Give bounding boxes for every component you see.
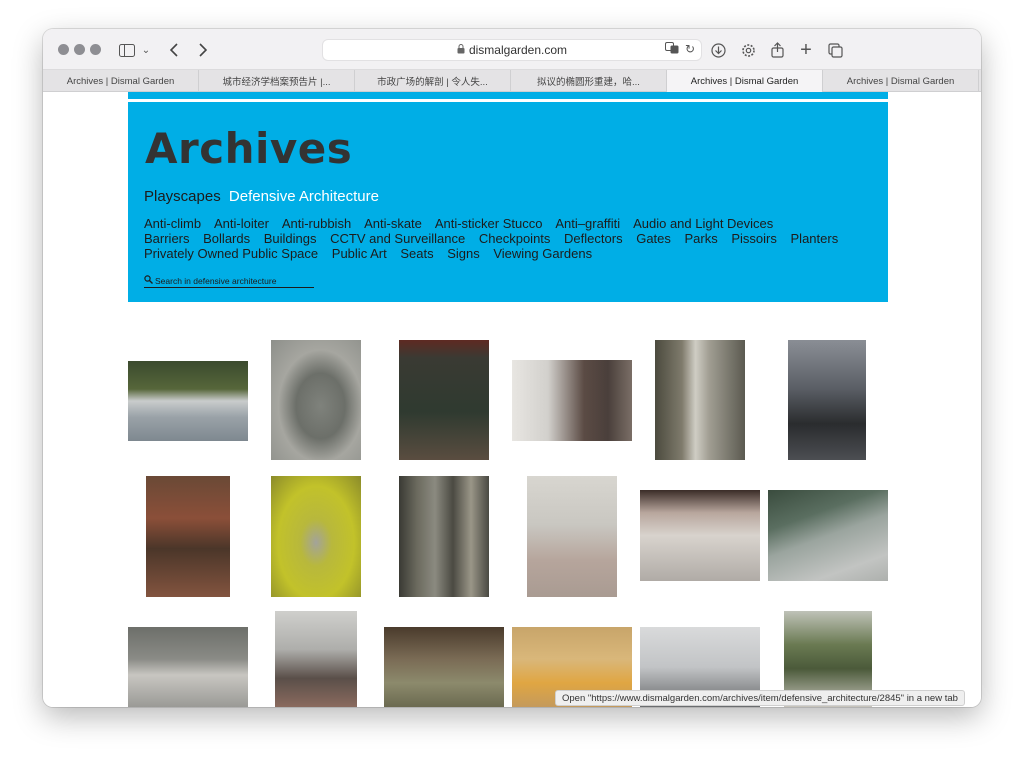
link-status-bar: Open "https://www.dismalgarden.com/archi… <box>555 690 965 706</box>
tab-3[interactable]: 市政广场的解剖 | 令人失... <box>355 70 511 92</box>
tab-overview-icon[interactable] <box>826 39 844 61</box>
category-anti-rubbish[interactable]: Anti-rubbish <box>282 216 351 231</box>
archives-header: Archives Playscapes Defensive Architectu… <box>128 102 888 302</box>
page-title: Archives <box>145 124 353 173</box>
breadcrumb-playscapes[interactable]: Playscapes <box>144 188 221 205</box>
photo-metal-studs-ledge[interactable] <box>384 627 504 707</box>
forward-arrow-icon[interactable] <box>195 39 209 61</box>
category-barriers[interactable]: Barriers <box>144 231 190 246</box>
photo-spiked-doorway[interactable] <box>527 476 617 597</box>
search-input[interactable]: Search in defensive architecture <box>144 274 314 288</box>
category-cctv-surveillance[interactable]: CCTV and Surveillance <box>330 231 465 246</box>
category-checkpoints[interactable]: Checkpoints <box>479 231 551 246</box>
minimize-window-button[interactable] <box>74 44 85 55</box>
photo-metal-gate[interactable] <box>399 476 489 597</box>
category-list: Anti-climb Anti-loiter Anti-rubbish Anti… <box>144 216 864 261</box>
address-text: dismalgarden.com <box>468 43 568 57</box>
tab-2[interactable]: 城市经济学档案预告片 |... <box>199 70 355 92</box>
search-icon <box>144 275 153 286</box>
browser-window: ⌄ dismalgarden.com ↻ + Archives | Dismal… <box>43 29 981 707</box>
category-signs[interactable]: Signs <box>447 246 480 261</box>
new-tab-plus-icon[interactable]: + <box>797 39 815 61</box>
address-bar[interactable]: dismalgarden.com ↻ <box>322 39 702 61</box>
category-viewing-gardens[interactable]: Viewing Gardens <box>493 246 592 261</box>
back-arrow-icon[interactable] <box>167 39 181 61</box>
category-buildings[interactable]: Buildings <box>264 231 317 246</box>
category-anti-graffiti[interactable]: Anti–graffiti <box>555 216 620 231</box>
category-anti-loiter[interactable]: Anti-loiter <box>214 216 269 231</box>
category-public-art[interactable]: Public Art <box>332 246 387 261</box>
tab-1[interactable]: Archives | Dismal Garden <box>43 70 199 92</box>
photo-courtyard-fountain[interactable] <box>146 476 230 597</box>
photo-railing-ledge[interactable] <box>512 360 632 441</box>
category-parks[interactable]: Parks <box>685 231 718 246</box>
category-deflectors[interactable]: Deflectors <box>564 231 623 246</box>
lock-icon <box>457 43 465 57</box>
photo-planter-ledge[interactable] <box>128 361 248 441</box>
category-planters[interactable]: Planters <box>791 231 839 246</box>
photo-white-bollards[interactable] <box>640 490 760 581</box>
browser-toolbar: ⌄ dismalgarden.com ↻ + <box>43 29 981 70</box>
photo-crossing-post[interactable] <box>788 340 866 460</box>
settings-gear-icon[interactable] <box>739 39 757 61</box>
photo-yellow-tiled-corner[interactable] <box>271 476 361 597</box>
photo-welcome-plaque[interactable] <box>399 340 489 460</box>
photo-concrete-bollard-seats[interactable] <box>271 340 361 460</box>
photo-street-barrier-blocks[interactable] <box>128 627 248 707</box>
search-placeholder: Search in defensive architecture <box>155 275 277 286</box>
translate-icon[interactable] <box>664 42 679 57</box>
header-strip <box>128 92 888 100</box>
reload-icon[interactable]: ↻ <box>685 42 695 57</box>
category-anti-skate[interactable]: Anti-skate <box>364 216 422 231</box>
tab-5-active[interactable]: Archives | Dismal Garden <box>667 70 823 92</box>
breadcrumb-defensive-architecture[interactable]: Defensive Architecture <box>229 188 379 205</box>
downloads-icon[interactable] <box>709 39 727 61</box>
share-icon[interactable] <box>768 39 786 61</box>
category-anti-sticker-stucco[interactable]: Anti-sticker Stucco <box>435 216 543 231</box>
category-gates[interactable]: Gates <box>636 231 671 246</box>
breadcrumb: Playscapes Defensive Architecture <box>144 188 379 205</box>
sidebar-toggle-icon[interactable] <box>118 39 136 61</box>
close-window-button[interactable] <box>58 44 69 55</box>
category-pissoirs[interactable]: Pissoirs <box>731 231 777 246</box>
photo-paved-corner[interactable] <box>768 490 888 581</box>
tab-6[interactable]: Archives | Dismal Garden <box>823 70 979 92</box>
chevron-down-icon[interactable]: ⌄ <box>141 39 151 61</box>
page-content: Archives Playscapes Defensive Architectu… <box>43 92 981 707</box>
tab-4[interactable]: 拟议的椭圆形重建，哈... <box>511 70 667 92</box>
category-anti-climb[interactable]: Anti-climb <box>144 216 201 231</box>
tab-bar: Archives | Dismal Garden 城市经济学档案预告片 |...… <box>43 70 981 92</box>
zoom-window-button[interactable] <box>90 44 101 55</box>
category-seats[interactable]: Seats <box>400 246 433 261</box>
category-bollards[interactable]: Bollards <box>203 231 250 246</box>
photo-lamp-post[interactable] <box>655 340 745 460</box>
category-audio-light-devices[interactable]: Audio and Light Devices <box>633 216 773 231</box>
category-popos[interactable]: Privately Owned Public Space <box>144 246 318 261</box>
photo-city-street[interactable] <box>275 611 357 707</box>
